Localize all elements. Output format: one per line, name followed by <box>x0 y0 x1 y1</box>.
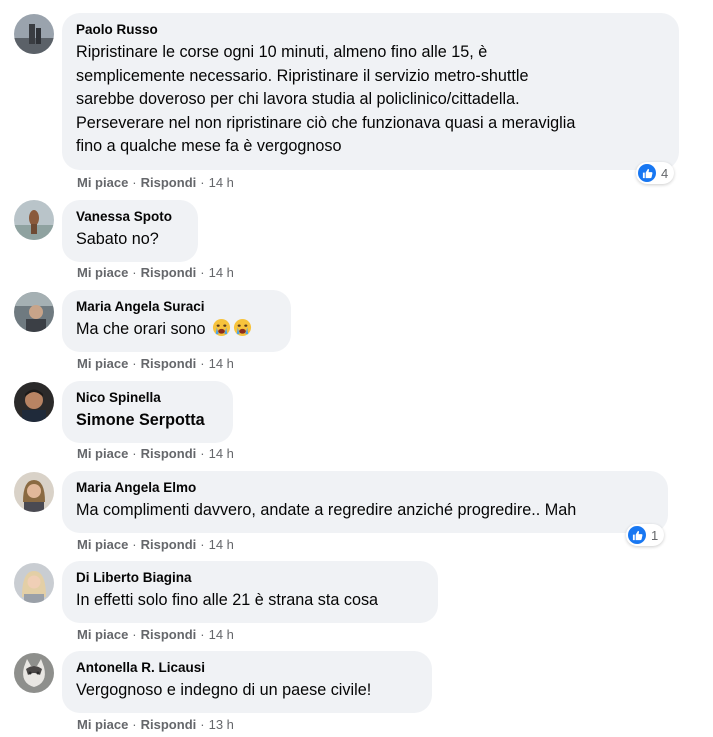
comment-text-line: Ripristinare le corse ogni 10 minuti, al… <box>76 43 488 61</box>
timestamp[interactable]: 14 h <box>209 175 234 190</box>
reply-link[interactable]: Rispondi <box>141 537 197 552</box>
reaction-count[interactable]: 1 <box>626 524 665 546</box>
reaction-number: 1 <box>651 527 659 543</box>
comment-text-content: Ma che orari sono <box>76 320 206 338</box>
comment-text-line: Perseverare nel non ripristinare ciò che… <box>76 113 576 132</box>
reply-link[interactable]: Rispondi <box>141 265 197 280</box>
comment-bubble: Paolo Russo Ripristinare le corse ogni 1… <box>62 13 679 170</box>
comment-actions: Mi piace · Rispondi · 14 h <box>77 627 234 642</box>
reply-link[interactable]: Rispondi <box>141 717 197 732</box>
separator: · <box>132 356 137 371</box>
separator: · <box>200 627 205 642</box>
reaction-number: 4 <box>661 165 669 181</box>
comment-bubble: Vanessa Spoto Sabato no? <box>62 200 198 262</box>
like-icon <box>638 164 656 182</box>
like-link[interactable]: Mi piace <box>77 446 128 461</box>
reply-link[interactable]: Rispondi <box>141 356 197 371</box>
like-icon <box>628 526 646 544</box>
comment-text-line: fino a qualche mese fa è vergognoso <box>76 137 342 155</box>
avatar[interactable] <box>14 563 54 603</box>
comment-bubble: Nico Spinella Simone Serpotta <box>62 381 233 443</box>
like-link[interactable]: Mi piace <box>77 537 128 552</box>
crying-face-icon <box>213 318 231 337</box>
reply-link[interactable]: Rispondi <box>141 627 197 642</box>
like-link[interactable]: Mi piace <box>77 717 128 732</box>
timestamp[interactable]: 14 h <box>209 265 234 280</box>
avatar[interactable] <box>14 472 54 512</box>
comment-actions: Mi piace · Rispondi · 14 h <box>77 537 234 552</box>
comment-actions: Mi piace · Rispondi · 13 h <box>77 717 234 732</box>
comment-text-line: semplicemente necessario. Ripristinare i… <box>76 66 529 85</box>
separator: · <box>132 627 137 642</box>
mention-link[interactable]: Simone Serpotta <box>76 409 221 433</box>
separator: · <box>132 265 137 280</box>
separator: · <box>200 717 205 732</box>
comment-bubble: Antonella R. Licausi Vergognoso e indegn… <box>62 651 432 713</box>
timestamp[interactable]: 14 h <box>209 356 234 371</box>
separator: · <box>200 175 205 190</box>
comment-author[interactable]: Antonella R. Licausi <box>76 659 420 676</box>
comment-bubble: Di Liberto Biagina In effetti solo fino … <box>62 561 438 623</box>
avatar[interactable] <box>14 382 54 422</box>
reply-link[interactable]: Rispondi <box>141 175 197 190</box>
like-link[interactable]: Mi piace <box>77 265 128 280</box>
timestamp[interactable]: 13 h <box>209 717 234 732</box>
separator: · <box>132 717 137 732</box>
timestamp[interactable]: 14 h <box>209 537 234 552</box>
comment-text-line: sarebbe doveroso per chi lavora studia a… <box>76 90 520 108</box>
comment-text: Sabato no? <box>76 230 159 248</box>
comment-text: In effetti solo fino alle 21 è strana st… <box>76 591 379 609</box>
reply-link[interactable]: Rispondi <box>141 446 197 461</box>
like-link[interactable]: Mi piace <box>77 356 128 371</box>
comment-bubble: Maria Angela Suraci Ma che orari sono <box>62 290 291 352</box>
avatar[interactable] <box>14 653 54 693</box>
comment-text: Ma che orari sono <box>76 318 279 342</box>
comment-actions: Mi piace · Rispondi · 14 h <box>77 446 234 461</box>
comment-author[interactable]: Vanessa Spoto <box>76 208 186 225</box>
comment-author[interactable]: Di Liberto Biagina <box>76 569 426 586</box>
separator: · <box>200 265 205 280</box>
timestamp[interactable]: 14 h <box>209 627 234 642</box>
comment-actions: Mi piace · Rispondi · 14 h <box>77 265 234 280</box>
separator: · <box>132 175 137 190</box>
crying-face-icon <box>234 318 252 337</box>
like-link[interactable]: Mi piace <box>77 627 128 642</box>
comment-bubble: Maria Angela Elmo Ma complimenti davvero… <box>62 471 668 533</box>
avatar[interactable] <box>14 292 54 332</box>
separator: · <box>132 537 137 552</box>
avatar[interactable] <box>14 14 54 54</box>
separator: · <box>200 446 205 461</box>
comment-author[interactable]: Maria Angela Elmo <box>76 479 656 496</box>
like-link[interactable]: Mi piace <box>77 175 128 190</box>
avatar[interactable] <box>14 200 54 240</box>
separator: · <box>200 356 205 371</box>
comment-text: Vergognoso e indegno di un paese civile! <box>76 681 372 699</box>
comment-actions: Mi piace · Rispondi · 14 h <box>77 356 234 371</box>
comment-text: Ma complimenti davvero, andate a regredi… <box>76 501 577 519</box>
comment-actions: Mi piace · Rispondi · 14 h <box>77 175 234 190</box>
timestamp[interactable]: 14 h <box>209 446 234 461</box>
separator: · <box>200 537 205 552</box>
reaction-count[interactable]: 4 <box>636 162 675 184</box>
comment-author[interactable]: Paolo Russo <box>76 21 667 38</box>
separator: · <box>132 446 137 461</box>
comment-author[interactable]: Nico Spinella <box>76 389 221 406</box>
comment-text: Ripristinare le corse ogni 10 minuti, al… <box>76 41 667 159</box>
comment-author[interactable]: Maria Angela Suraci <box>76 298 279 315</box>
